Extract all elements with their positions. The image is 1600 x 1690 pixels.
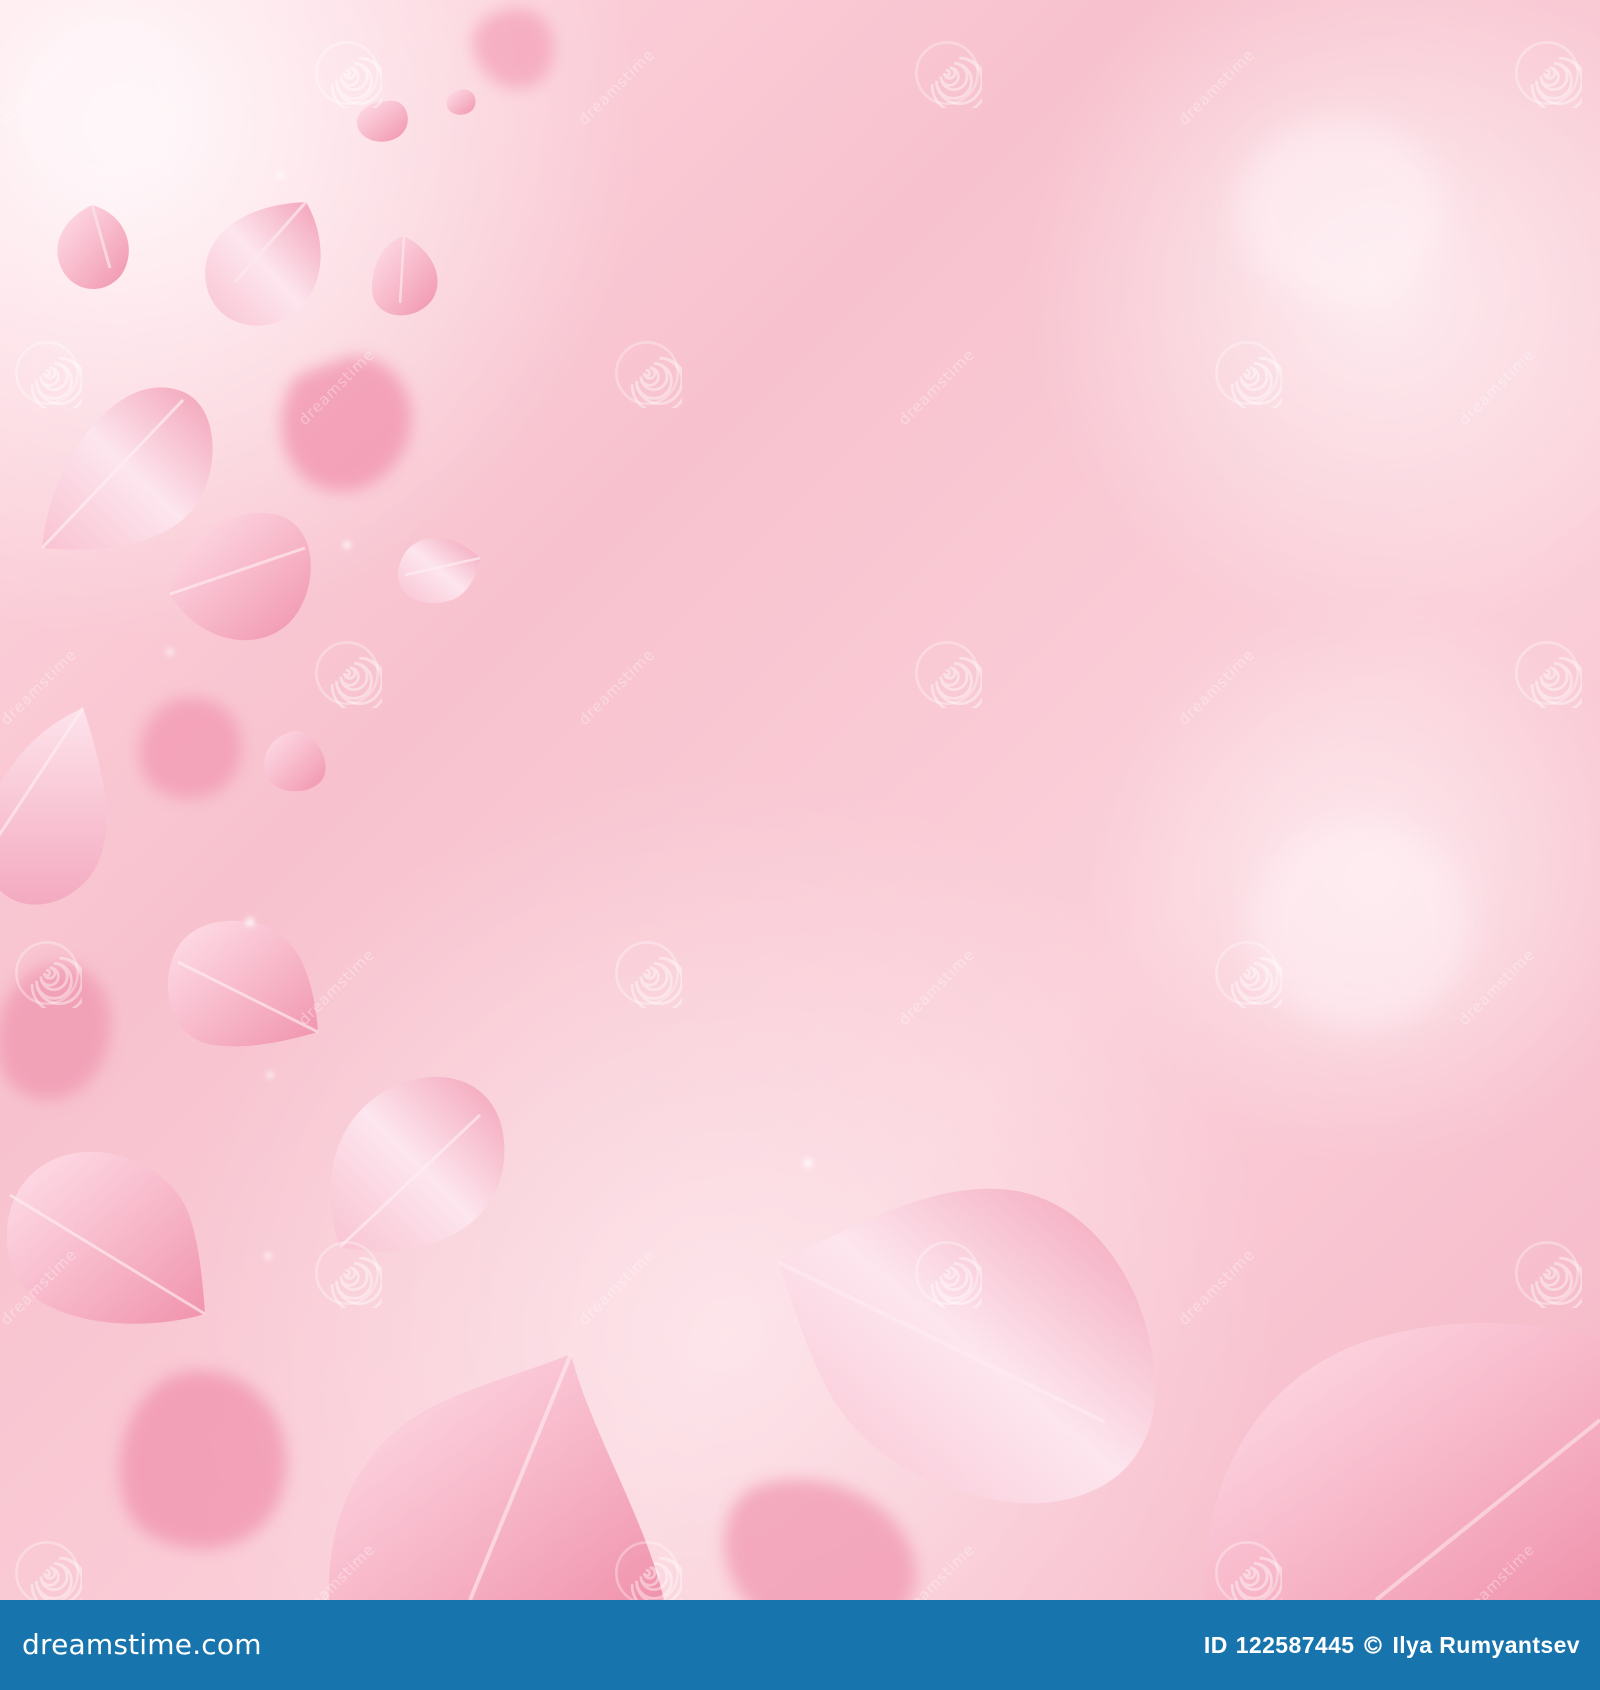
- id-label: ID: [1203, 1631, 1228, 1658]
- falling-rose-petals-illustration: [0, 0, 1600, 1600]
- brand-suffix: .com: [192, 1628, 262, 1661]
- soft-light-bokeh: [1235, 118, 1445, 302]
- stock-footer-bar: dreamstime .com ID 122587445 Ilya Rumyan…: [0, 1600, 1600, 1690]
- image-meta: ID 122587445 Ilya Rumyantsev: [1204, 1632, 1580, 1659]
- image-id: 122587445: [1235, 1631, 1355, 1658]
- author-name: Ilya Rumyantsev: [1392, 1631, 1580, 1658]
- soft-light-bokeh: [20, 15, 200, 205]
- copyright-icon: [1364, 1636, 1383, 1654]
- soft-light-bokeh: [1250, 820, 1470, 1030]
- brand-prefix: dreamstime: [22, 1628, 193, 1661]
- pink-petal-background-image: dreamstime dreamstime dreamstime dreamst…: [0, 0, 1600, 1600]
- stock-photo-page: dreamstime dreamstime dreamstime dreamst…: [0, 0, 1600, 1690]
- dreamstime-brand: dreamstime .com: [22, 1631, 262, 1659]
